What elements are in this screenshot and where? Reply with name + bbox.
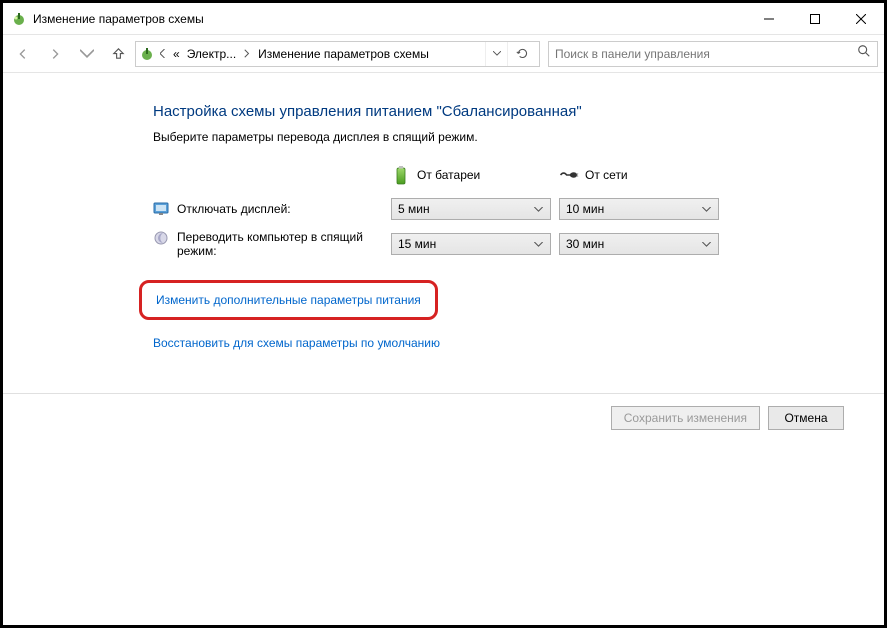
links-area: Изменить дополнительные параметры питани… xyxy=(153,280,844,352)
dropdown-display-battery[interactable]: 5 мин xyxy=(391,198,551,220)
nav-recent-dropdown[interactable] xyxy=(73,40,101,68)
search-box[interactable] xyxy=(548,41,878,67)
breadcrumb-ellipsis[interactable]: « xyxy=(170,47,183,61)
link-advanced-settings[interactable]: Изменить дополнительные параметры питани… xyxy=(156,293,421,307)
dropdown-sleep-battery[interactable]: 15 мин xyxy=(391,233,551,255)
chevron-right-icon[interactable] xyxy=(240,42,254,66)
window-frame: Изменение параметров схемы « Электр... И… xyxy=(0,0,887,628)
chevron-down-icon xyxy=(530,242,546,247)
nav-forward-button[interactable] xyxy=(41,40,69,68)
app-icon xyxy=(11,11,27,27)
row-sleep-label: Переводить компьютер в спящий режим: xyxy=(177,230,372,258)
column-ac: От сети xyxy=(559,162,719,188)
settings-grid: От батареи От сети Отключать дисплей: 5 … xyxy=(153,162,844,258)
breadcrumb-icon xyxy=(138,45,156,63)
titlebar: Изменение параметров схемы xyxy=(3,3,884,35)
row-display-off: Отключать дисплей: xyxy=(153,201,383,217)
chevron-down-icon xyxy=(698,242,714,247)
refresh-button[interactable] xyxy=(507,42,537,66)
save-button[interactable]: Сохранить изменения xyxy=(611,406,760,430)
window-title: Изменение параметров схемы xyxy=(33,12,746,26)
navbar: « Электр... Изменение параметров схемы xyxy=(3,35,884,73)
cancel-button[interactable]: Отмена xyxy=(768,406,844,430)
column-ac-label: От сети xyxy=(585,168,628,182)
page-heading: Настройка схемы управления питанием "Сба… xyxy=(153,103,844,120)
close-button[interactable] xyxy=(838,3,884,34)
highlight-annotation: Изменить дополнительные параметры питани… xyxy=(139,280,438,320)
battery-icon xyxy=(391,162,411,188)
breadcrumb-history-dropdown[interactable] xyxy=(485,42,507,66)
row-sleep: Переводить компьютер в спящий режим: xyxy=(153,230,383,258)
nav-up-button[interactable] xyxy=(105,41,131,67)
moon-icon xyxy=(153,230,169,246)
dropdown-sleep-ac[interactable]: 30 мин xyxy=(559,233,719,255)
chevron-left-icon[interactable] xyxy=(156,42,170,66)
breadcrumb-item-1[interactable]: Электр... xyxy=(183,47,240,61)
breadcrumb-item-2[interactable]: Изменение параметров схемы xyxy=(254,47,433,61)
column-battery-label: От батареи xyxy=(417,168,480,182)
row-display-off-label: Отключать дисплей: xyxy=(177,202,291,216)
maximize-button[interactable] xyxy=(792,3,838,34)
content-area: Настройка схемы управления питанием "Сба… xyxy=(3,73,884,625)
monitor-icon xyxy=(153,201,169,217)
nav-back-button[interactable] xyxy=(9,40,37,68)
chevron-down-icon xyxy=(698,207,714,212)
page-subtext: Выберите параметры перевода дисплея в сп… xyxy=(153,130,844,144)
plug-icon xyxy=(559,162,579,188)
dropdown-display-ac[interactable]: 10 мин xyxy=(559,198,719,220)
search-input[interactable] xyxy=(555,47,857,61)
chevron-down-icon xyxy=(530,207,546,212)
column-battery: От батареи xyxy=(391,162,551,188)
footer-bar: Сохранить изменения Отмена xyxy=(3,393,884,625)
search-icon[interactable] xyxy=(857,44,871,63)
link-restore-defaults[interactable]: Восстановить для схемы параметры по умол… xyxy=(153,336,440,350)
breadcrumb[interactable]: « Электр... Изменение параметров схемы xyxy=(135,41,540,67)
minimize-button[interactable] xyxy=(746,3,792,34)
window-controls xyxy=(746,3,884,34)
